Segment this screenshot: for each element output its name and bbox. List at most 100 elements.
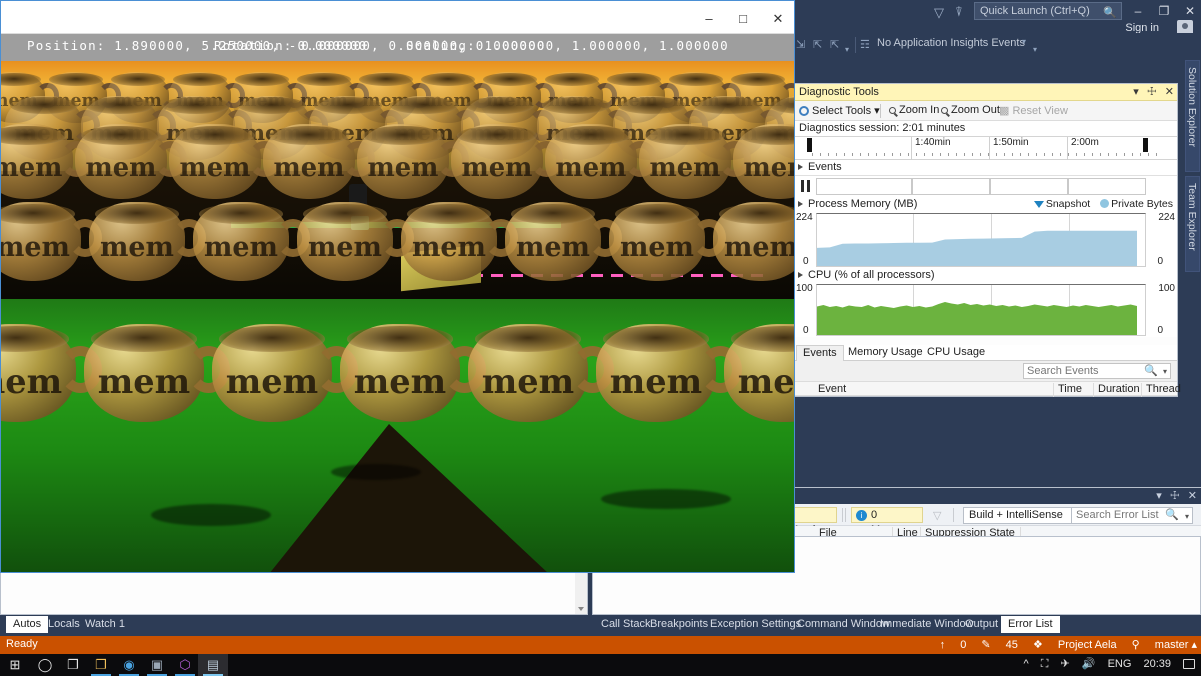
tab-events[interactable]: Events: [796, 345, 844, 361]
toolbar-overflow-icon[interactable]: ▾: [845, 45, 849, 54]
step-into-icon[interactable]: ⇲: [796, 38, 805, 51]
vertical-tab-team-explorer[interactable]: Team Explorer: [1185, 176, 1200, 272]
reset-view-button[interactable]: ▩ Reset View: [999, 104, 1068, 117]
language-indicator[interactable]: ENG: [1108, 658, 1132, 670]
mug-label: mem: [480, 361, 576, 401]
volume-icon[interactable]: 🔊: [1082, 658, 1096, 670]
vertical-tab-solution-explorer[interactable]: Solution Explorer: [1185, 60, 1200, 172]
panel-close-icon[interactable]: ✕: [1188, 490, 1197, 502]
mug-rim: [390, 97, 459, 114]
game-title-bar[interactable]: – □ ✕: [1, 1, 794, 34]
toolbar-separator: [880, 104, 881, 118]
timeline-cell-1-50: 1:50min: [990, 137, 1068, 161]
right-dock-tabs: Solution Explorer Team Explorer: [1183, 60, 1201, 300]
scroll-down-arrow-icon[interactable]: [578, 607, 584, 611]
action-center-icon[interactable]: [1183, 659, 1195, 669]
select-tools-button[interactable]: Select Tools ▾: [799, 104, 880, 117]
window-restore-button[interactable]: ❐: [1154, 3, 1174, 19]
visual-studio-button[interactable]: ▤: [198, 654, 228, 676]
panel-dropdown-icon[interactable]: ▾: [1133, 86, 1139, 98]
timeline-tick: [1148, 153, 1149, 156]
timeline-tick: [972, 153, 973, 156]
file-explorer-button[interactable]: ❐: [86, 654, 116, 676]
events-cell: [990, 178, 1068, 195]
mem-plot-series: [817, 214, 1145, 266]
app-insights-dropdown-icon[interactable]: ▾: [1022, 37, 1026, 46]
mug-object: mem: [84, 324, 204, 422]
start-button[interactable]: ⊞: [0, 654, 30, 676]
diagnostics-tabstrip: Events Memory Usage CPU Usage: [794, 345, 1177, 361]
timeline-tick: [1156, 153, 1157, 156]
scope-dropdown[interactable]: Build + IntelliSense: [963, 507, 1083, 524]
window-close-button[interactable]: ✕: [1180, 3, 1200, 19]
autos-scrollbar[interactable]: [575, 566, 587, 614]
status-publish-group[interactable]: ↑ 0: [940, 639, 967, 651]
zoom-out-button[interactable]: Zoom Out: [941, 104, 1000, 116]
cpu-section-header[interactable]: CPU (% of all processors): [794, 268, 1177, 283]
timeline-tick: [1124, 153, 1125, 156]
filter-icon[interactable]: ▽: [934, 5, 944, 21]
window-minimize-button[interactable]: –: [1128, 3, 1148, 19]
vscode-button[interactable]: ⬡: [170, 654, 200, 676]
mug-rim: [475, 326, 581, 352]
events-section-header[interactable]: Events: [794, 160, 1177, 175]
tab-output[interactable]: Output: [958, 616, 1005, 633]
toolbar-overflow-icon-2[interactable]: ▾: [1033, 45, 1037, 54]
mug-object: mem: [505, 202, 601, 281]
cpu-plot-area: [816, 284, 1146, 336]
chrome-button[interactable]: ◉: [114, 654, 144, 676]
cortana-button[interactable]: ◯: [30, 654, 60, 676]
zoom-out-icon: [941, 107, 948, 114]
diagnostics-timeline[interactable]: 1:40min 1:50min 2:00m: [794, 136, 1177, 160]
timeline-tick: [1076, 153, 1077, 156]
panel-pin-icon[interactable]: ☩: [1147, 86, 1157, 98]
search-error-list-placeholder: Search Error List: [1076, 509, 1159, 521]
mug-object: mem: [451, 124, 543, 199]
tab-watch-1[interactable]: Watch 1: [78, 616, 132, 633]
mug-rim: [91, 326, 197, 352]
memory-axis-max-left: 224: [796, 212, 813, 223]
step-over-icon[interactable]: ⇱: [813, 38, 822, 51]
tab-cpu-usage[interactable]: CPU Usage: [921, 345, 991, 361]
mug-rim: [645, 126, 726, 146]
memory-graph: 224 0 224 0: [794, 212, 1177, 268]
mug-object: mem: [89, 202, 185, 281]
pause-icon[interactable]: [801, 180, 810, 192]
tray-expand-icon[interactable]: ^: [1024, 658, 1029, 670]
tab-memory-usage[interactable]: Memory Usage: [842, 345, 929, 361]
app-insights-label[interactable]: No Application Insights Events: [877, 37, 1025, 49]
clock[interactable]: 20:39: [1143, 658, 1171, 670]
clear-filter-icon[interactable]: ▽: [933, 509, 941, 522]
game-close-button[interactable]: ✕: [756, 8, 800, 30]
game-viewport[interactable]: memmemmemmemmemmemmemmemmemmemmemmemmemm…: [1, 34, 794, 572]
mug-label: mem: [608, 361, 704, 401]
panel-pin-icon[interactable]: ☩: [1170, 490, 1180, 502]
messages-filter-button[interactable]: i 0 Messages: [851, 507, 923, 523]
search-icon: 🔍: [1144, 364, 1158, 378]
search-events-input[interactable]: Search Events 🔍 ▾: [1023, 363, 1171, 379]
status-project-group[interactable]: ❖ Project Aela: [1033, 639, 1117, 651]
panel-dropdown-icon[interactable]: ▾: [1156, 490, 1162, 502]
battery-icon[interactable]: ⛶: [1041, 658, 1049, 670]
tab-error-list[interactable]: Error List: [1001, 616, 1060, 633]
feedback-icon[interactable]: ⍒: [955, 4, 963, 20]
status-edits-group[interactable]: ✎ 45: [981, 639, 1018, 651]
step-out-icon[interactable]: ⇱: [830, 38, 839, 51]
photos-button[interactable]: ▣: [142, 654, 172, 676]
wifi-icon[interactable]: ✈: [1061, 658, 1070, 670]
task-view-button[interactable]: ❐: [58, 654, 88, 676]
status-branch-label: master: [1155, 639, 1189, 651]
mug-rim: [719, 204, 794, 224]
zoom-in-button[interactable]: Zoom In: [889, 104, 939, 116]
timeline-tick: [988, 153, 989, 156]
memory-section-header[interactable]: Process Memory (MB) Snapshot Private Byt…: [794, 197, 1177, 212]
info-icon: i: [856, 510, 867, 521]
status-branch-group[interactable]: ⚲ master ▴: [1132, 639, 1197, 651]
timeline-tick: [1020, 153, 1021, 156]
search-error-list-input[interactable]: Search Error List 🔍 ▾: [1071, 507, 1193, 524]
mug-rim: [269, 126, 350, 146]
panel-close-icon[interactable]: ✕: [1165, 86, 1174, 98]
quick-launch-input[interactable]: Quick Launch (Ctrl+Q) 🔍: [974, 2, 1122, 20]
timeline-tick: [1012, 153, 1013, 156]
timeline-end-handle[interactable]: [1143, 138, 1148, 152]
